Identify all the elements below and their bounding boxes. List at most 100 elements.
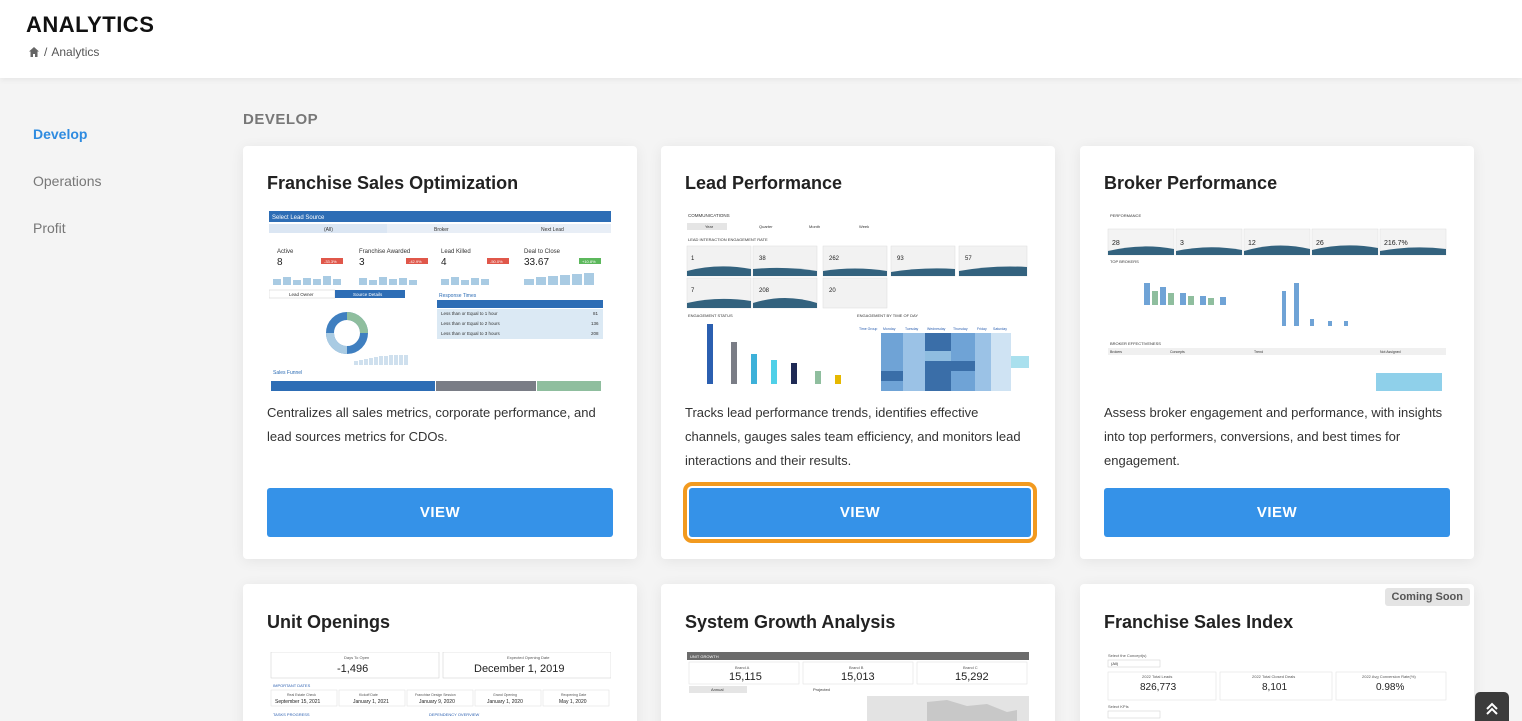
dashboard-thumbnail: Select Lead Source (All) Broker Next Lea…	[269, 211, 611, 391]
svg-text:28: 28	[1112, 240, 1120, 247]
sidebar-item-develop[interactable]: Develop	[33, 126, 101, 173]
svg-text:26: 26	[1316, 240, 1324, 247]
svg-text:12: 12	[1248, 240, 1256, 247]
svg-text:Brand B: Brand B	[849, 665, 864, 670]
card-title: Unit Openings	[267, 612, 390, 633]
thumbnail-franchise-sales: Select Lead Source (All) Broker Next Lea…	[269, 211, 611, 391]
card-title: Franchise Sales Index	[1104, 612, 1293, 633]
svg-text:Sales Funnel: Sales Funnel	[273, 370, 302, 376]
svg-text:Lead Killed: Lead Killed	[441, 249, 471, 255]
scroll-to-top-button[interactable]	[1475, 692, 1509, 721]
svg-text:Franchise Awarded: Franchise Awarded	[359, 249, 410, 255]
svg-text:20: 20	[829, 288, 836, 294]
svg-text:ENGAGEMENT STATUS: ENGAGEMENT STATUS	[688, 313, 733, 318]
card-title: Franchise Sales Optimization	[267, 173, 518, 194]
svg-text:Brand C: Brand C	[963, 665, 978, 670]
card-description: Assess broker engagement and performance…	[1104, 401, 1454, 473]
card-description: Centralizes all sales metrics, corporate…	[267, 401, 617, 449]
svg-text:Days To Open: Days To Open	[344, 655, 369, 660]
card-description: Tracks lead performance trends, identifi…	[685, 401, 1035, 473]
svg-text:Week: Week	[859, 224, 869, 229]
thumbnail-franchise-sales-index: Select the Concept(s) (All) 2022 Total L…	[1104, 652, 1450, 721]
svg-text:December 1, 2019: December 1, 2019	[474, 663, 565, 675]
sidebar-item-profit[interactable]: Profit	[33, 220, 101, 267]
svg-text:-33.3%: -33.3%	[324, 259, 337, 264]
svg-text:-50.0%: -50.0%	[490, 259, 503, 264]
svg-text:57: 57	[965, 256, 972, 262]
svg-text:BROKER EFFECTIVENESS: BROKER EFFECTIVENESS	[1110, 341, 1161, 346]
svg-text:Thursday: Thursday	[953, 327, 968, 331]
svg-text:DEPENDENCY OVERVIEW: DEPENDENCY OVERVIEW	[429, 712, 480, 717]
svg-text:2022 Total Closed Deals: 2022 Total Closed Deals	[1252, 674, 1295, 679]
svg-text:Brokers: Brokers	[1110, 350, 1122, 354]
card-unit-openings: Unit Openings Days To Open -1,496 Expect…	[243, 584, 637, 721]
svg-text:COMMUNICATIONS: COMMUNICATIONS	[688, 213, 730, 218]
svg-text:8: 8	[277, 257, 283, 268]
svg-text:15,292: 15,292	[955, 671, 989, 683]
svg-text:Less than or Equal to 2 hours: Less than or Equal to 2 hours	[441, 321, 501, 326]
svg-text:Grand Opening: Grand Opening	[493, 693, 517, 697]
sidebar-item-operations[interactable]: Operations	[33, 173, 101, 220]
svg-text:93: 93	[897, 256, 904, 262]
svg-text:Franchise Design Session: Franchise Design Session	[415, 693, 456, 697]
card-system-growth-analysis: System Growth Analysis UNIT GROWTH Brand…	[661, 584, 1055, 721]
svg-text:Not Assigned: Not Assigned	[1380, 350, 1401, 354]
svg-text:Monday: Monday	[883, 327, 896, 331]
svg-text:September 15, 2021: September 15, 2021	[275, 699, 321, 705]
breadcrumb-separator: /	[44, 45, 47, 59]
svg-text:81: 81	[593, 311, 599, 316]
svg-text:262: 262	[829, 256, 840, 262]
svg-text:15,013: 15,013	[841, 671, 875, 683]
svg-text:January 1, 2020: January 1, 2020	[487, 699, 523, 705]
svg-text:Deal to Close: Deal to Close	[524, 249, 561, 255]
dashboard-thumbnail: Days To Open -1,496 Expected Opening Dat…	[269, 652, 611, 721]
sidebar-nav: Develop Operations Profit	[33, 126, 101, 267]
svg-text:+10.8%: +10.8%	[582, 259, 596, 264]
svg-text:38: 38	[759, 256, 766, 262]
svg-text:Projected: Projected	[813, 687, 830, 692]
svg-text:Select KPIs: Select KPIs	[1108, 704, 1129, 709]
svg-text:-42.9%: -42.9%	[409, 259, 422, 264]
double-chevron-up-icon	[1484, 701, 1500, 717]
thumbnail-lead-performance: COMMUNICATIONS Year Quarter Month Week L…	[685, 211, 1031, 391]
card-title: Lead Performance	[685, 173, 842, 194]
svg-text:Friday: Friday	[977, 327, 987, 331]
svg-text:3: 3	[359, 257, 365, 268]
svg-text:Tuesday: Tuesday	[905, 327, 919, 331]
dashboard-thumbnail: Select the Concept(s) (All) 2022 Total L…	[1104, 652, 1450, 721]
page-header: ANALYTICS / Analytics	[0, 0, 1522, 78]
svg-text:136: 136	[591, 321, 599, 326]
svg-text:15,115: 15,115	[729, 671, 762, 683]
svg-text:Expected Opening Date: Expected Opening Date	[507, 655, 550, 660]
breadcrumb: / Analytics	[28, 45, 99, 59]
thumbnail-broker-performance: PERFORMANCE 28 3 12 26 216.7% TOP BROKER…	[1104, 211, 1450, 391]
svg-text:Year: Year	[705, 224, 714, 229]
svg-text:8,101: 8,101	[1262, 682, 1287, 693]
svg-text:Reopening Date: Reopening Date	[561, 693, 586, 697]
card-title: Broker Performance	[1104, 173, 1277, 194]
svg-text:-1,496: -1,496	[337, 663, 368, 675]
svg-text:Real Estate Check: Real Estate Check	[287, 693, 316, 697]
svg-text:3: 3	[1180, 240, 1184, 247]
svg-text:826,773: 826,773	[1140, 682, 1177, 693]
view-button-broker-performance[interactable]: VIEW	[1104, 488, 1450, 537]
svg-text:Select the Concept(s): Select the Concept(s)	[1108, 653, 1147, 658]
svg-text:Quarter: Quarter	[759, 224, 773, 229]
svg-text:TOP BROKERS: TOP BROKERS	[1110, 259, 1139, 264]
svg-text:LEAD INTERACTION ENGAGEMENT RA: LEAD INTERACTION ENGAGEMENT RATE	[688, 237, 768, 242]
svg-text:Active: Active	[277, 249, 294, 255]
svg-text:(All): (All)	[1111, 661, 1119, 666]
dashboard-thumbnail: PERFORMANCE 28 3 12 26 216.7% TOP BROKER…	[1104, 211, 1450, 391]
svg-text:IMPORTANT DATES: IMPORTANT DATES	[273, 683, 311, 688]
svg-text:216.7%: 216.7%	[1384, 240, 1408, 247]
dashboard-thumbnail: UNIT GROWTH Brand A 15,115 Brand B 15,01…	[687, 652, 1029, 721]
thumb-tab: Broker	[434, 227, 449, 233]
svg-text:January 1, 2021: January 1, 2021	[353, 699, 389, 705]
svg-text:ENGAGEMENT BY TIME OF DAY: ENGAGEMENT BY TIME OF DAY	[857, 313, 918, 318]
svg-text:Less than or Equal to 1 hour: Less than or Equal to 1 hour	[441, 311, 498, 316]
view-button-lead-performance[interactable]: VIEW	[689, 488, 1031, 537]
thumb-tab: Next Lead	[541, 227, 564, 233]
card-broker-performance: Broker Performance PERFORMANCE 28 3 12 2…	[1080, 146, 1474, 559]
view-button-franchise-sales-optimization[interactable]: VIEW	[267, 488, 613, 537]
home-icon[interactable]	[28, 46, 40, 58]
